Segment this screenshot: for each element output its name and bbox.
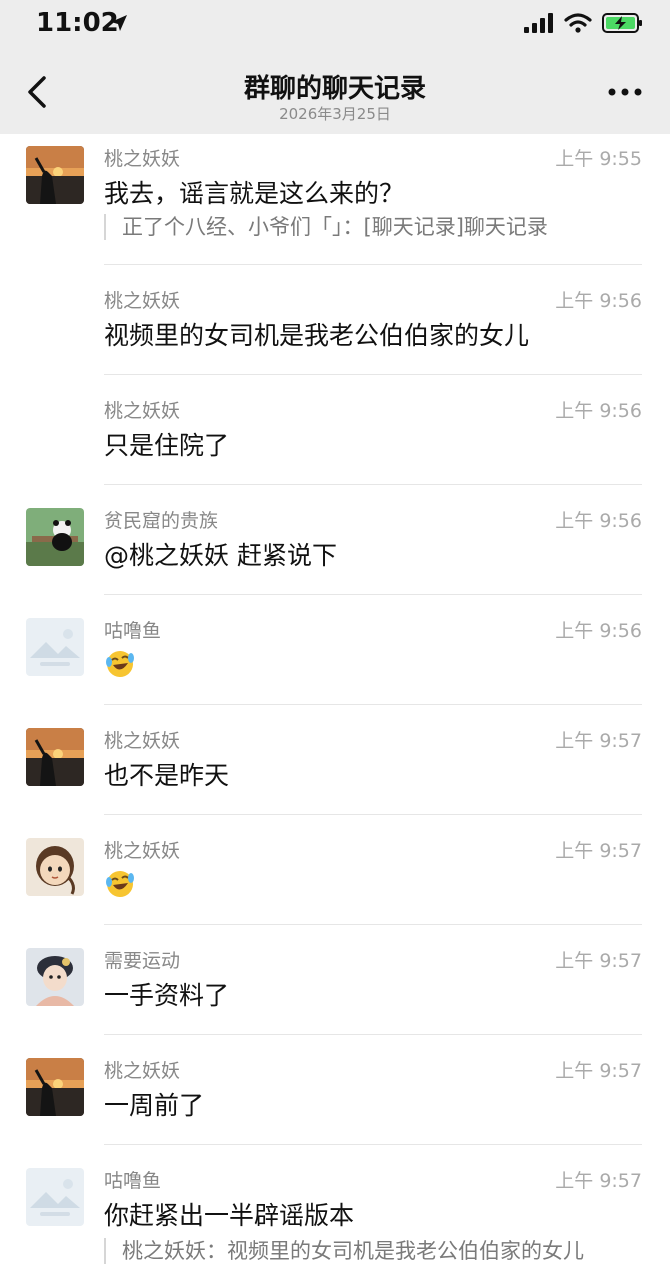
sender-name: 桃之妖妖 — [104, 730, 181, 752]
sender-name: 需要运动 — [104, 950, 181, 972]
battery-charging-icon — [602, 13, 642, 33]
navigation-bar: 群聊的聊天记录 2026年3月25日 — [0, 50, 670, 134]
sender-name: 咕噜鱼 — [104, 620, 162, 642]
message-text: 一手资料了 — [104, 981, 230, 1010]
message-text: 也不是昨天 — [104, 761, 230, 790]
message-item: 桃之妖妖 上午 9:56 视频里的女司机是我老公伯伯家的女儿 — [0, 264, 670, 375]
message-time: 上午 9:56 — [555, 510, 642, 532]
message-time: 上午 9:57 — [555, 1060, 642, 1082]
doll-avatar — [26, 948, 84, 1006]
laughing-crying-emoji-icon — [106, 871, 134, 897]
page-title: 群聊的聊天记录 — [243, 74, 426, 104]
status-right-icons — [524, 12, 644, 34]
laughing-crying-emoji-icon — [106, 651, 134, 677]
message-item: 需要运动 上午 9:57 一手资料了 — [0, 924, 670, 1035]
message-time: 上午 9:55 — [555, 148, 642, 170]
message-item: 贫民窟的贵族 上午 9:56 @桃之妖妖 赶紧说下 — [0, 484, 670, 595]
message-item: 桃之妖妖 上午 9:57 也不是昨天 — [0, 704, 670, 815]
sunset-avatar — [26, 1058, 84, 1116]
message-time: 上午 9:57 — [555, 730, 642, 752]
avatar[interactable] — [26, 728, 84, 786]
message-time: 上午 9:57 — [555, 950, 642, 972]
sender-name: 桃之妖妖 — [104, 148, 181, 170]
status-time: 11:02 — [36, 8, 119, 38]
message-time: 上午 9:56 — [555, 620, 642, 642]
message-text: @桃之妖妖 赶紧说下 — [104, 541, 337, 570]
message-text: 你赶紧出一半辟谣版本 — [104, 1201, 355, 1230]
placeholder-image-avatar — [26, 1168, 84, 1226]
message-item: 桃之妖妖 上午 9:57 — [0, 814, 670, 925]
avatar[interactable] — [26, 838, 84, 896]
message-text: 一周前了 — [104, 1091, 205, 1120]
avatar[interactable] — [26, 618, 84, 676]
message-item: 桃之妖妖 上午 9:56 只是住院了 — [0, 374, 670, 485]
quoted-message[interactable]: 正了个八经、小爷们「」：[聊天记录]聊天记录 — [104, 214, 548, 240]
avatar[interactable] — [26, 508, 84, 566]
avatar[interactable] — [26, 146, 84, 204]
sender-name: 桃之妖妖 — [104, 290, 181, 312]
avatar[interactable] — [26, 1168, 84, 1226]
page-subtitle-date: 2026年3月25日 — [279, 105, 391, 123]
sunset-avatar — [26, 728, 84, 786]
placeholder-image-avatar — [26, 618, 84, 676]
message-item: 咕噜鱼 上午 9:56 — [0, 594, 670, 705]
more-options-icon[interactable] — [608, 86, 642, 98]
message-time: 上午 9:56 — [555, 290, 642, 312]
avatar[interactable] — [26, 948, 84, 1006]
wifi-icon — [564, 13, 592, 33]
status-bar: 11:02 — [0, 0, 670, 50]
message-time: 上午 9:56 — [555, 400, 642, 422]
sender-name: 贫民窟的贵族 — [104, 510, 219, 532]
location-arrow-icon — [111, 15, 127, 31]
message-time: 上午 9:57 — [555, 1170, 642, 1192]
sender-name: 桃之妖妖 — [104, 840, 181, 862]
sender-name: 桃之妖妖 — [104, 400, 181, 422]
message-text: 只是住院了 — [104, 431, 230, 460]
message-item: 咕噜鱼 上午 9:57 你赶紧出一半辟谣版本 桃之妖妖：视频里的女司机是我老公伯… — [0, 1144, 670, 1280]
message-item: 桃之妖妖 上午 9:55 我去，谣言就是这么来的？ 正了个八经、小爷们「」：[聊… — [0, 134, 670, 265]
message-text: 视频里的女司机是我老公伯伯家的女儿 — [104, 321, 530, 350]
message-text: 我去，谣言就是这么来的？ — [104, 179, 405, 208]
message-item: 桃之妖妖 上午 9:57 一周前了 — [0, 1034, 670, 1145]
panda-avatar — [26, 508, 84, 566]
message-time: 上午 9:57 — [555, 840, 642, 862]
sender-name: 咕噜鱼 — [104, 1170, 162, 1192]
sunset-avatar — [26, 146, 84, 204]
quoted-message[interactable]: 桃之妖妖：视频里的女司机是我老公伯伯家的女儿 — [104, 1238, 584, 1264]
cartoon-girl-avatar — [26, 838, 84, 896]
sender-name: 桃之妖妖 — [104, 1060, 181, 1082]
cellular-signal-icon — [524, 13, 553, 33]
avatar[interactable] — [26, 1058, 84, 1116]
